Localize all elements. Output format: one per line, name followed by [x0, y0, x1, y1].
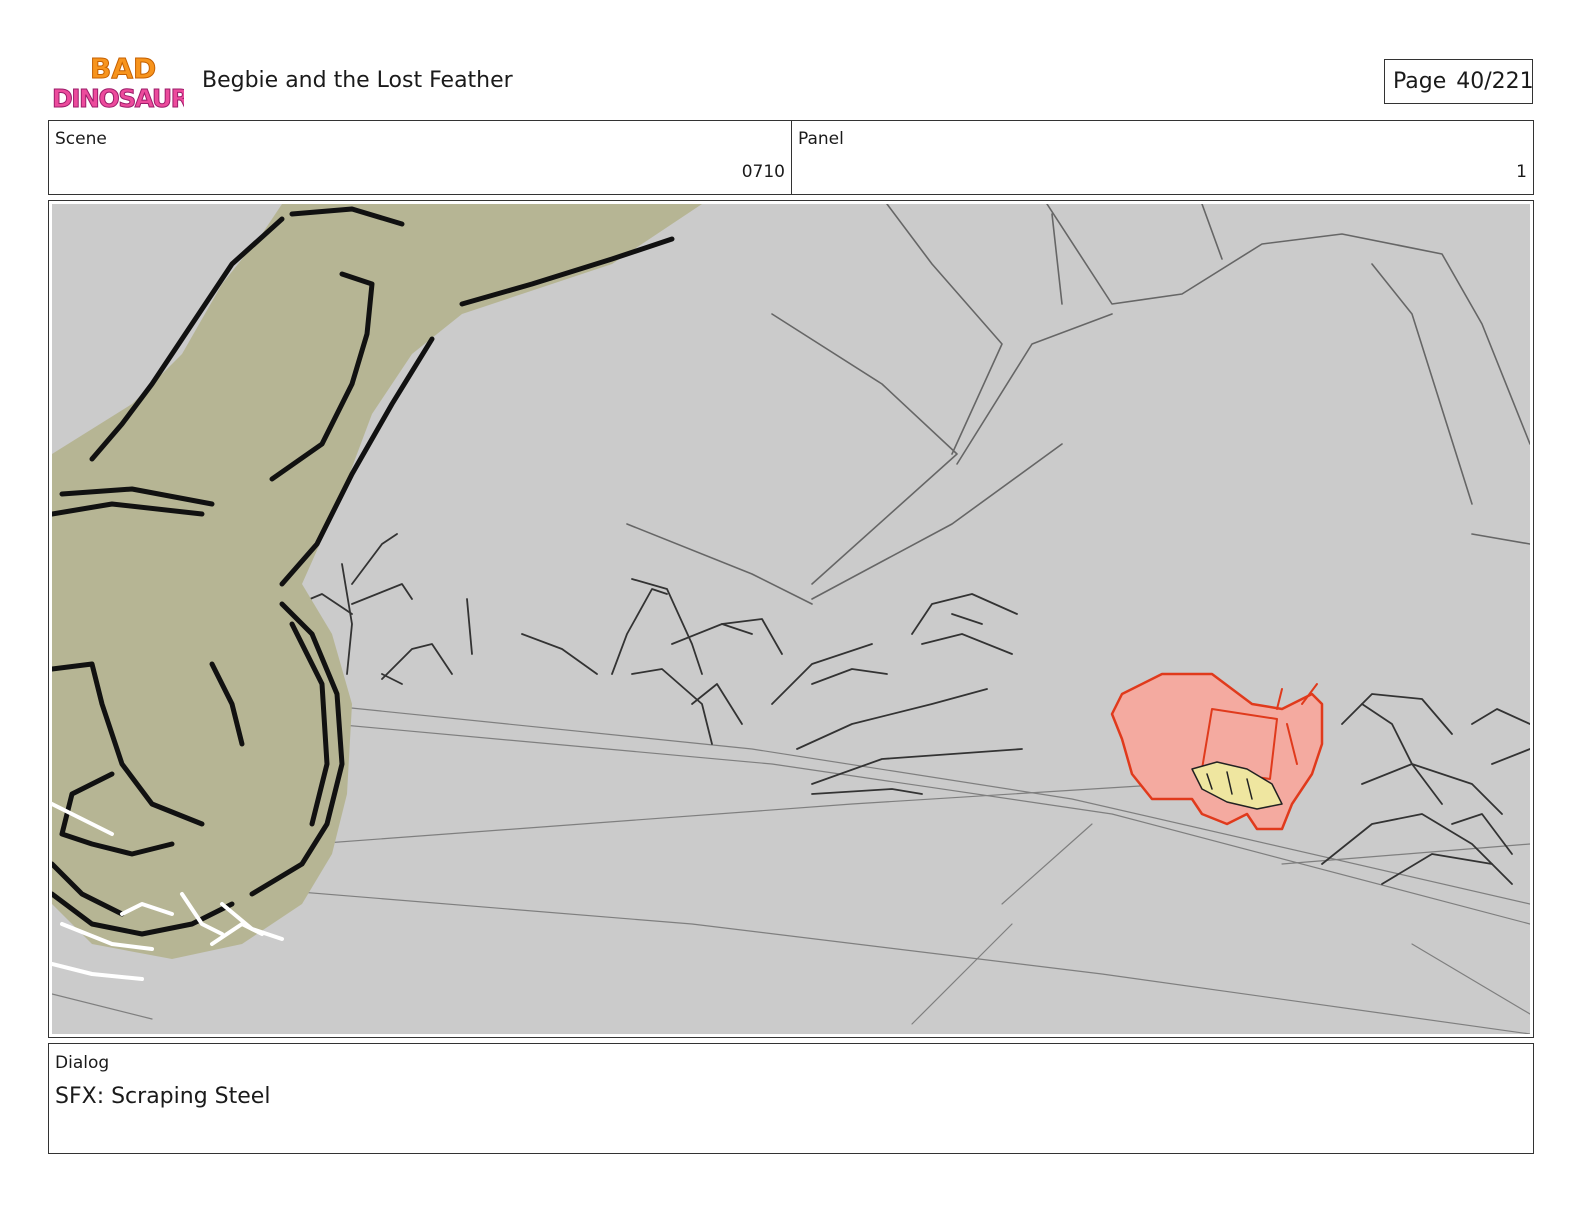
dialog-text: SFX: Scraping Steel: [55, 1084, 271, 1109]
svg-text:BAD: BAD: [90, 52, 156, 85]
storyboard-drawing: [52, 204, 1530, 1034]
panel-cell: Panel 1: [792, 121, 1533, 194]
scene-cell: Scene 0710: [49, 121, 792, 194]
scene-panel-row: Scene 0710 Panel 1: [48, 120, 1534, 195]
dinosaur-foot: [52, 204, 702, 981]
plants: [309, 533, 1530, 885]
red-creature: [1110, 672, 1324, 831]
storyboard-frame: [48, 200, 1534, 1038]
page-number: 40/221: [1456, 69, 1534, 94]
page-label: Page: [1393, 69, 1447, 94]
scene-label: Scene: [55, 129, 107, 149]
bad-dinosaurs-logo: BAD DINOSAURS: [52, 52, 208, 114]
dialog-box: Dialog SFX: Scraping Steel: [48, 1043, 1534, 1154]
storyboard-title: Begbie and the Lost Feather: [202, 68, 513, 93]
panel-label: Panel: [798, 129, 844, 149]
page-indicator: Page 40/221: [1384, 59, 1534, 104]
background-rocks: [626, 204, 1530, 605]
svg-text:DINOSAURS: DINOSAURS: [52, 84, 184, 113]
dialog-label: Dialog: [55, 1053, 110, 1073]
panel-number: 1: [1516, 162, 1527, 182]
scene-number: 0710: [741, 162, 785, 182]
